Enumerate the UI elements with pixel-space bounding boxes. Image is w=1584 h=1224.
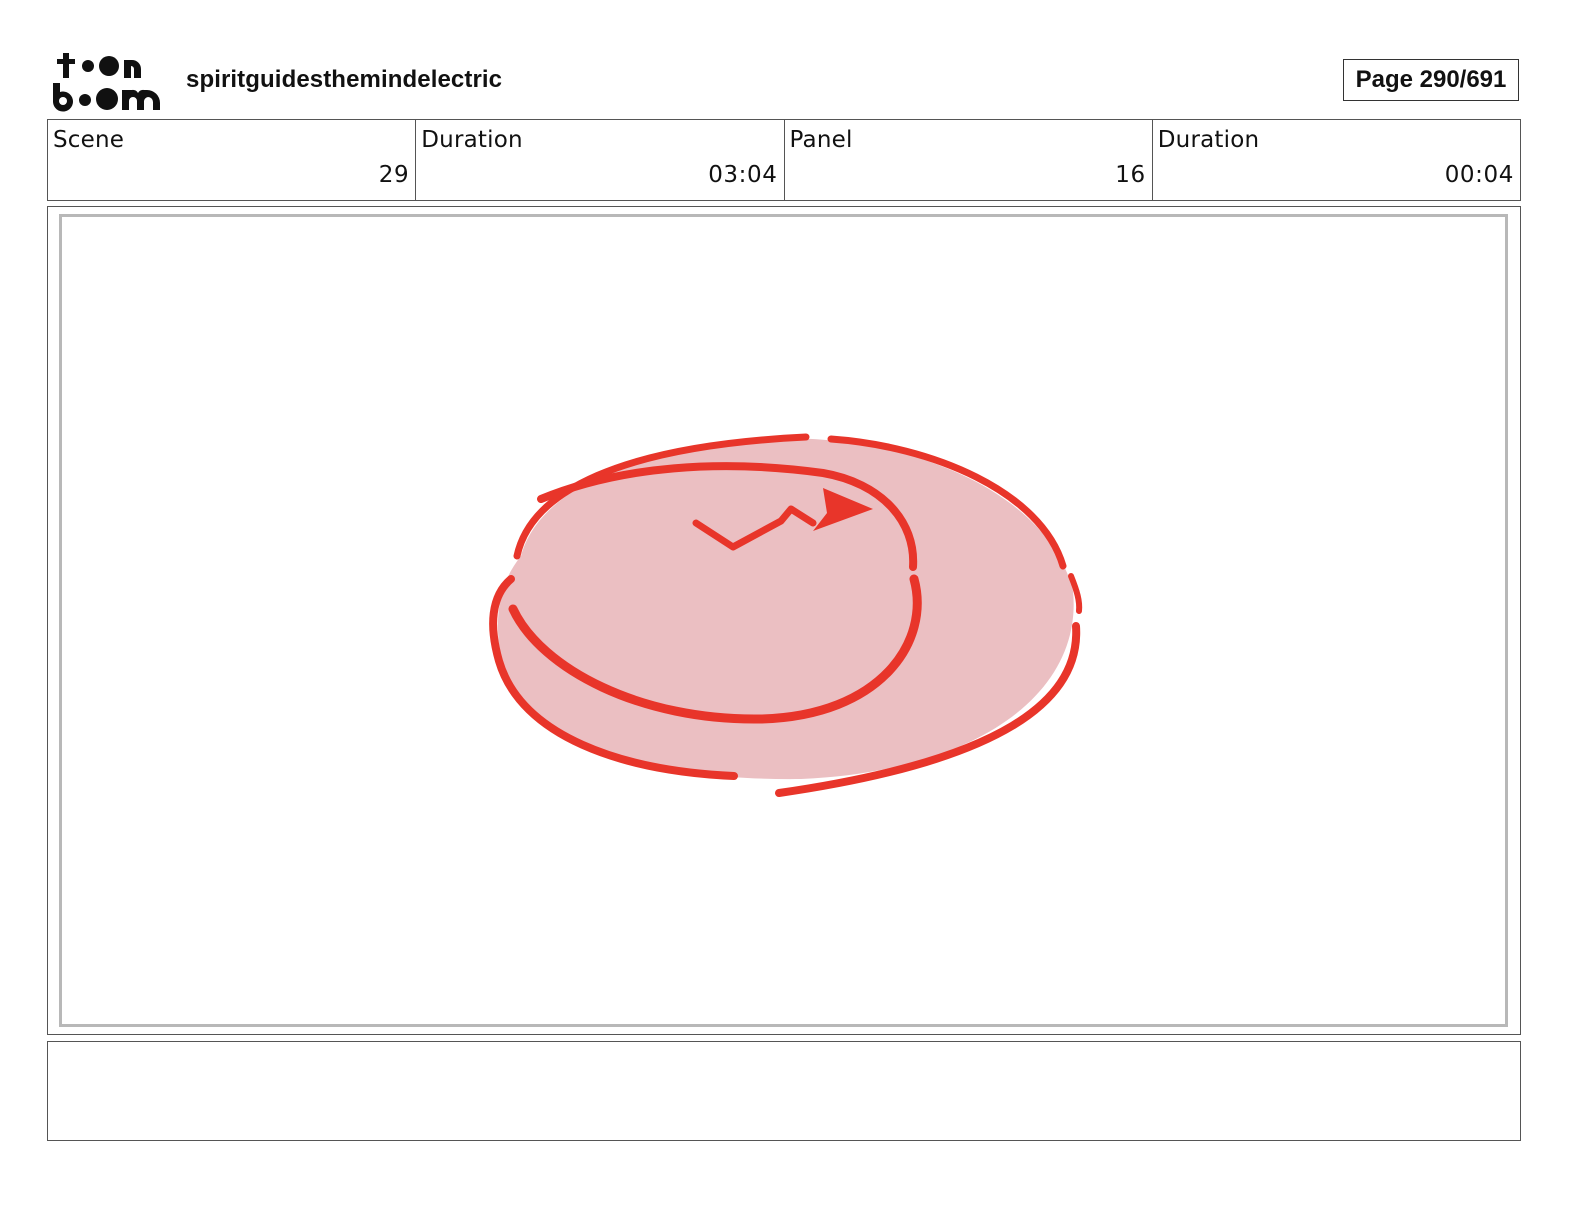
panel-notes-box [47, 1041, 1521, 1141]
scene-duration-label: Duration [421, 127, 523, 153]
scene-label: Scene [53, 127, 125, 153]
scene-duration-value: 03:04 [708, 162, 778, 188]
panel-frame [47, 206, 1521, 1035]
toonboom-logo-mark [53, 53, 160, 112]
scene-duration-cell: Duration 03:04 [415, 120, 783, 200]
panel-duration-label: Duration [1157, 127, 1260, 153]
page-indicator: Page 290/691 [1343, 59, 1519, 101]
panel-label: Panel [789, 127, 853, 153]
panel-duration-cell: Duration 00:04 [1151, 120, 1520, 200]
project-title: spiritguidesthemindelectric [186, 66, 503, 93]
panel-duration-value: 00:04 [1444, 162, 1514, 188]
scene-cell: Scene 29 [48, 120, 415, 200]
scene-value: 29 [378, 162, 410, 188]
disc-fill [497, 438, 1074, 780]
toonboom-logo [52, 50, 164, 112]
scene-info-bar: Scene 29 Duration 03:04 Panel 16 Duratio… [47, 119, 1521, 201]
panel-image [59, 214, 1508, 1027]
panel-cell: Panel 16 [783, 120, 1152, 200]
panel-value: 16 [1115, 162, 1146, 188]
panel-drawing [489, 433, 1083, 797]
